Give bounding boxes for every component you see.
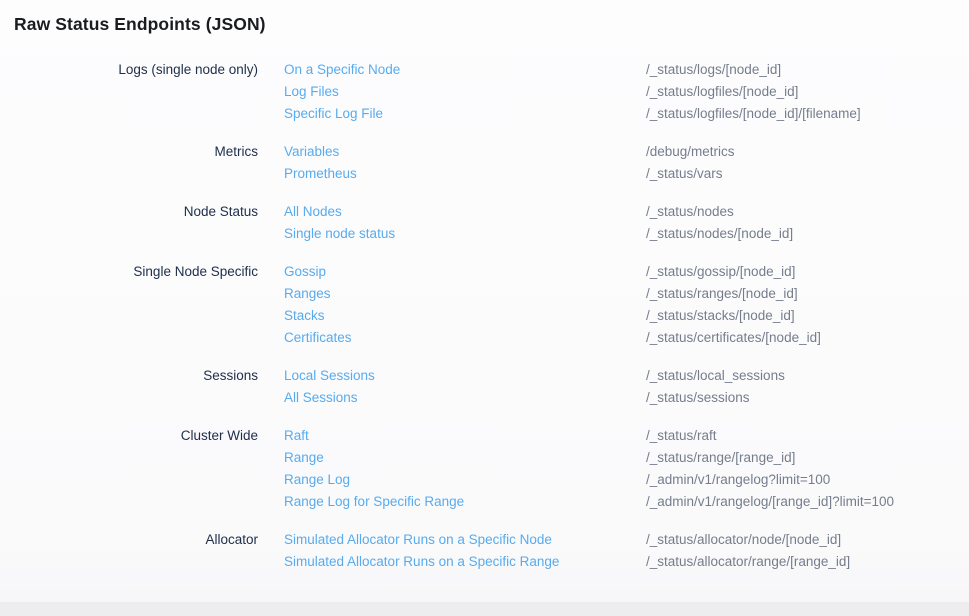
endpoint-path: /debug/metrics bbox=[646, 141, 735, 163]
endpoint-link[interactable]: Range bbox=[284, 447, 646, 469]
endpoint-group: Metrics Variables /debug/metrics Prometh… bbox=[0, 141, 969, 185]
endpoint-row: Certificates /_status/certificates/[node… bbox=[284, 327, 821, 349]
endpoint-row: All Nodes /_status/nodes bbox=[284, 201, 793, 223]
endpoint-link[interactable]: Range Log bbox=[284, 469, 646, 491]
entry-list: Raft /_status/raft Range /_status/range/… bbox=[284, 425, 894, 513]
endpoint-row: Log Files /_status/logfiles/[node_id] bbox=[284, 81, 861, 103]
endpoint-group: Sessions Local Sessions /_status/local_s… bbox=[0, 365, 969, 409]
endpoint-row: Range Log /_admin/v1/rangelog?limit=100 bbox=[284, 469, 894, 491]
endpoint-path: /_status/sessions bbox=[646, 387, 750, 409]
endpoint-groups: Logs (single node only) On a Specific No… bbox=[0, 59, 969, 573]
endpoint-row: Simulated Allocator Runs on a Specific N… bbox=[284, 529, 850, 551]
endpoint-path: /_admin/v1/rangelog?limit=100 bbox=[646, 469, 830, 491]
endpoint-path: /_status/logs/[node_id] bbox=[646, 59, 781, 81]
endpoint-link[interactable]: All Nodes bbox=[284, 201, 646, 223]
category-label: Cluster Wide bbox=[0, 425, 258, 513]
endpoint-row: On a Specific Node /_status/logs/[node_i… bbox=[284, 59, 861, 81]
endpoint-path: /_status/allocator/range/[range_id] bbox=[646, 551, 850, 573]
endpoint-link[interactable]: Simulated Allocator Runs on a Specific R… bbox=[284, 551, 646, 573]
endpoint-row: Gossip /_status/gossip/[node_id] bbox=[284, 261, 821, 283]
endpoint-link[interactable]: Prometheus bbox=[284, 163, 646, 185]
endpoint-row: All Sessions /_status/sessions bbox=[284, 387, 785, 409]
category-label: Logs (single node only) bbox=[0, 59, 258, 125]
footer-strip bbox=[0, 602, 969, 616]
endpoint-link[interactable]: Certificates bbox=[284, 327, 646, 349]
endpoint-path: /_status/range/[range_id] bbox=[646, 447, 795, 469]
entry-list: Gossip /_status/gossip/[node_id] Ranges … bbox=[284, 261, 821, 349]
entry-list: Variables /debug/metrics Prometheus /_st… bbox=[284, 141, 735, 185]
category-label: Metrics bbox=[0, 141, 258, 185]
entry-list: On a Specific Node /_status/logs/[node_i… bbox=[284, 59, 861, 125]
endpoint-group: Logs (single node only) On a Specific No… bbox=[0, 59, 969, 125]
endpoint-link[interactable]: Ranges bbox=[284, 283, 646, 305]
endpoint-path: /_status/raft bbox=[646, 425, 717, 447]
endpoint-link[interactable]: Range Log for Specific Range bbox=[284, 491, 646, 513]
entry-list: Simulated Allocator Runs on a Specific N… bbox=[284, 529, 850, 573]
endpoint-row: Stacks /_status/stacks/[node_id] bbox=[284, 305, 821, 327]
entry-list: Local Sessions /_status/local_sessions A… bbox=[284, 365, 785, 409]
endpoint-path: /_status/ranges/[node_id] bbox=[646, 283, 798, 305]
endpoint-path: /_status/certificates/[node_id] bbox=[646, 327, 821, 349]
endpoint-link[interactable]: Single node status bbox=[284, 223, 646, 245]
endpoint-path: /_status/nodes bbox=[646, 201, 734, 223]
category-label: Node Status bbox=[0, 201, 258, 245]
page-title: Raw Status Endpoints (JSON) bbox=[14, 13, 969, 35]
endpoint-path: /_status/logfiles/[node_id]/[filename] bbox=[646, 103, 861, 125]
endpoint-link[interactable]: Local Sessions bbox=[284, 365, 646, 387]
endpoint-path: /_status/gossip/[node_id] bbox=[646, 261, 795, 283]
endpoint-group: Cluster Wide Raft /_status/raft Range /_… bbox=[0, 425, 969, 513]
category-label: Single Node Specific bbox=[0, 261, 258, 349]
endpoint-group: Single Node Specific Gossip /_status/gos… bbox=[0, 261, 969, 349]
endpoint-link[interactable]: Gossip bbox=[284, 261, 646, 283]
endpoint-row: Prometheus /_status/vars bbox=[284, 163, 735, 185]
endpoint-row: Single node status /_status/nodes/[node_… bbox=[284, 223, 793, 245]
entry-list: All Nodes /_status/nodes Single node sta… bbox=[284, 201, 793, 245]
endpoint-link[interactable]: Raft bbox=[284, 425, 646, 447]
endpoint-row: Specific Log File /_status/logfiles/[nod… bbox=[284, 103, 861, 125]
endpoint-link[interactable]: On a Specific Node bbox=[284, 59, 646, 81]
endpoint-group: Allocator Simulated Allocator Runs on a … bbox=[0, 529, 969, 573]
endpoint-path: /_status/nodes/[node_id] bbox=[646, 223, 793, 245]
endpoint-path: /_status/allocator/node/[node_id] bbox=[646, 529, 841, 551]
endpoint-row: Range /_status/range/[range_id] bbox=[284, 447, 894, 469]
endpoint-link[interactable]: All Sessions bbox=[284, 387, 646, 409]
endpoint-path: /_admin/v1/rangelog/[range_id]?limit=100 bbox=[646, 491, 894, 513]
endpoint-path: /_status/logfiles/[node_id] bbox=[646, 81, 798, 103]
endpoint-path: /_status/local_sessions bbox=[646, 365, 785, 387]
endpoint-row: Variables /debug/metrics bbox=[284, 141, 735, 163]
endpoint-link[interactable]: Stacks bbox=[284, 305, 646, 327]
endpoint-link[interactable]: Variables bbox=[284, 141, 646, 163]
endpoint-row: Local Sessions /_status/local_sessions bbox=[284, 365, 785, 387]
category-label: Sessions bbox=[0, 365, 258, 409]
endpoint-group: Node Status All Nodes /_status/nodes Sin… bbox=[0, 201, 969, 245]
endpoint-link[interactable]: Log Files bbox=[284, 81, 646, 103]
endpoint-path: /_status/vars bbox=[646, 163, 723, 185]
category-label: Allocator bbox=[0, 529, 258, 573]
endpoint-row: Simulated Allocator Runs on a Specific R… bbox=[284, 551, 850, 573]
endpoint-link[interactable]: Specific Log File bbox=[284, 103, 646, 125]
endpoint-row: Range Log for Specific Range /_admin/v1/… bbox=[284, 491, 894, 513]
raw-status-endpoints-page: Raw Status Endpoints (JSON) Logs (single… bbox=[0, 13, 969, 573]
endpoint-path: /_status/stacks/[node_id] bbox=[646, 305, 795, 327]
endpoint-row: Ranges /_status/ranges/[node_id] bbox=[284, 283, 821, 305]
endpoint-link[interactable]: Simulated Allocator Runs on a Specific N… bbox=[284, 529, 646, 551]
endpoint-row: Raft /_status/raft bbox=[284, 425, 894, 447]
